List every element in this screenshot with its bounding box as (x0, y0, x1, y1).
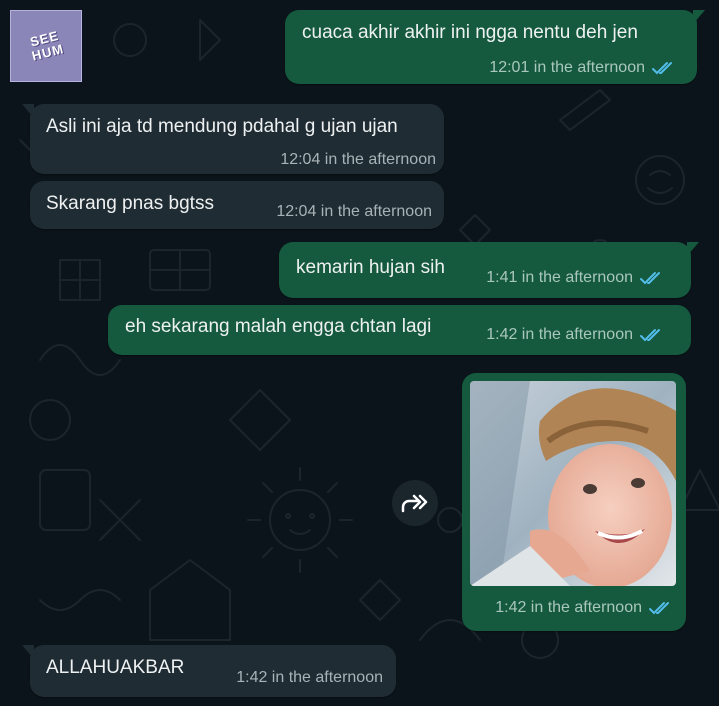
bubble-tail (22, 645, 34, 659)
message-time: 12:04 in the afternoon (280, 151, 436, 168)
sticker-text: SEE HUM (28, 27, 66, 64)
bubble-tail (693, 10, 705, 24)
message-text: Asli ini aja td mendung pdahal g ujan uj… (46, 116, 398, 137)
message-photo[interactable] (470, 381, 676, 586)
message-timestamp: 1:42 in the afternoon (236, 669, 383, 687)
message-timestamp: 12:01 in the afternoon (489, 59, 677, 77)
bubble-tail (687, 242, 699, 256)
message-text: Skarang pnas bgtss (46, 193, 214, 214)
message-time: 1:42 in the afternoon (486, 326, 633, 343)
message-text: cuaca akhir akhir ini ngga nentu deh jen (302, 22, 638, 43)
message-time: 12:01 in the afternoon (489, 59, 645, 76)
bubble-tail (22, 104, 34, 118)
double-check-icon (649, 602, 669, 615)
message-bubble-incoming[interactable]: ALLAHUAKBAR 1:42 in the afternoon (22, 645, 396, 697)
message-text: kemarin hujan sih (296, 257, 445, 278)
message-bubble-outgoing[interactable]: eh sekarang malah engga chtan lagi 1:42 … (108, 305, 691, 355)
message-text: ALLAHUAKBAR (46, 657, 185, 678)
forward-icon (401, 494, 428, 513)
message-timestamp: 1:42 in the afternoon (486, 326, 665, 344)
message-bubble-outgoing[interactable]: cuaca akhir akhir ini ngga nentu deh jen… (285, 10, 705, 84)
message-time: 12:04 in the afternoon (276, 203, 432, 220)
message-time: 1:41 in the afternoon (486, 269, 633, 286)
double-check-icon (640, 329, 660, 342)
sticker-thumbnail[interactable]: SEE HUM (10, 10, 82, 82)
double-check-icon (652, 62, 672, 75)
message-timestamp: 12:04 in the afternoon (280, 151, 436, 169)
message-bubble-incoming[interactable]: Asli ini aja td mendung pdahal g ujan uj… (22, 104, 444, 174)
message-bubble-outgoing[interactable]: kemarin hujan sih 1:41 in the afternoon (279, 242, 699, 298)
message-time: 1:42 in the afternoon (495, 599, 642, 616)
message-text: eh sekarang malah engga chtan lagi (125, 316, 432, 337)
message-timestamp: 12:04 in the afternoon (276, 203, 432, 221)
message-timestamp: 1:42 in the afternoon (495, 599, 674, 617)
message-time: 1:42 in the afternoon (236, 669, 383, 686)
message-bubble-incoming[interactable]: Skarang pnas bgtss 12:04 in the afternoo… (30, 181, 444, 229)
message-timestamp: 1:41 in the afternoon (486, 269, 665, 287)
forward-button[interactable] (392, 480, 438, 526)
double-check-icon (640, 272, 660, 285)
